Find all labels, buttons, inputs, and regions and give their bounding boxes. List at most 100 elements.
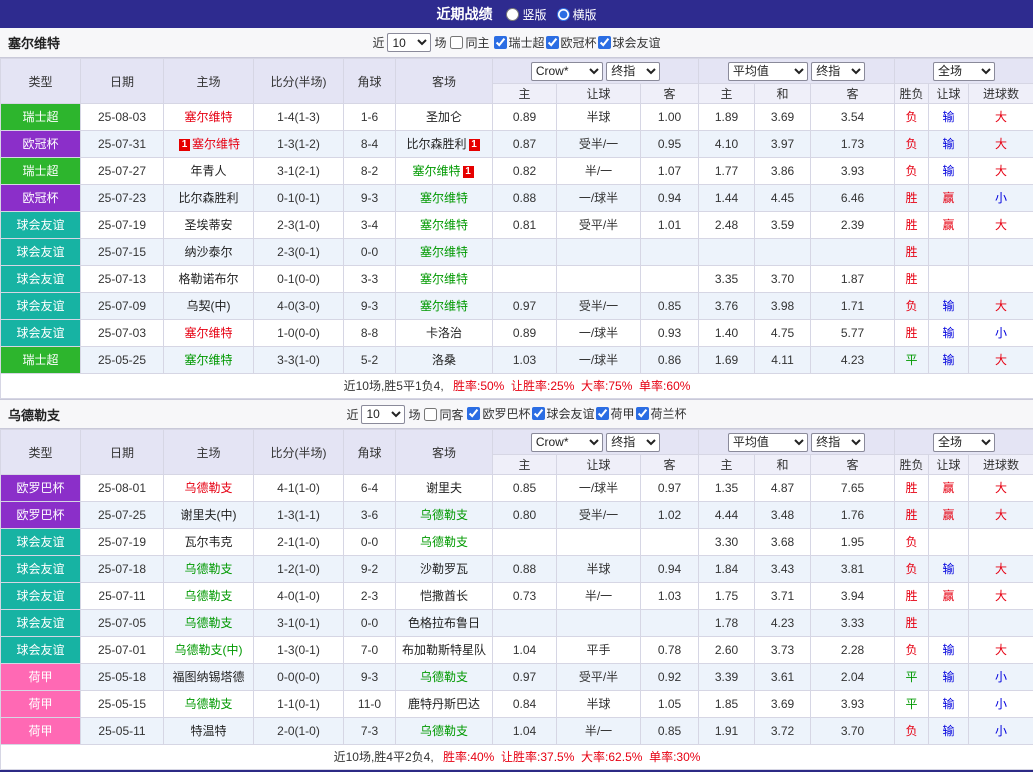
score-cell[interactable]: 2-3(0-1) <box>254 239 344 266</box>
league-filter-checkbox[interactable] <box>636 407 649 420</box>
score-cell[interactable]: 3-1(2-1) <box>254 158 344 185</box>
score-cell[interactable]: 2-1(1-0) <box>254 529 344 556</box>
team-name-link[interactable]: 塞尔维特 <box>420 191 468 205</box>
crown-index-select[interactable]: 终指 <box>606 62 660 81</box>
fulltime-select[interactable]: 全场 <box>933 62 995 81</box>
team-name-link[interactable]: 谢里夫 <box>426 481 462 495</box>
same-venue-option[interactable]: 同主 <box>450 34 489 51</box>
match-count-select[interactable]: 10 <box>387 33 431 52</box>
team-name-link[interactable]: 乌德勒支(中) <box>175 643 243 657</box>
average-odds-cell: 3.76 <box>699 293 755 320</box>
team-name-link[interactable]: 年青人 <box>190 164 226 178</box>
crown-index-select[interactable]: 终指 <box>606 433 660 452</box>
team-name-link[interactable]: 塞尔维特 <box>420 272 468 286</box>
same-venue-checkbox[interactable] <box>450 36 463 49</box>
team-name-link[interactable]: 乌德勒支 <box>184 697 232 711</box>
league-filter-option[interactable]: 欧罗巴杯 <box>467 405 530 422</box>
score-cell[interactable]: 2-0(1-0) <box>254 718 344 745</box>
team-name-link[interactable]: 塞尔维特 <box>184 353 232 367</box>
average-index-select[interactable]: 终指 <box>811 433 865 452</box>
team-name-link[interactable]: 塞尔维特 <box>420 245 468 259</box>
team-name-link[interactable]: 格勒诺布尔 <box>178 272 238 286</box>
layout-option-vertical[interactable]: 竖版 <box>506 6 546 23</box>
team-name-link[interactable]: 乌德勒支 <box>184 616 232 630</box>
same-venue-option[interactable]: 同客 <box>424 406 463 423</box>
score-cell[interactable]: 1-3(0-1) <box>254 637 344 664</box>
bookmaker-select[interactable]: Crow* <box>531 62 603 81</box>
date-cell: 25-08-01 <box>81 475 164 502</box>
away-team-cell: 恺撒酋长 <box>396 583 493 610</box>
bookmaker-select[interactable]: Crow* <box>531 433 603 452</box>
team-name-link[interactable]: 乌德勒支 <box>420 724 468 738</box>
team-name-link[interactable]: 塞尔维特 <box>420 299 468 313</box>
league-filter-option[interactable]: 球会友谊 <box>598 34 661 51</box>
score-cell[interactable]: 1-1(0-1) <box>254 691 344 718</box>
team-name-link[interactable]: 乌德勒支 <box>184 481 232 495</box>
league-filter-option[interactable]: 球会友谊 <box>532 405 595 422</box>
team-name-link[interactable]: 色格拉布鲁日 <box>408 616 480 630</box>
team-name-link[interactable]: 圣埃蒂安 <box>184 218 232 232</box>
match-count-select[interactable]: 10 <box>361 405 405 424</box>
fulltime-select[interactable]: 全场 <box>933 433 995 452</box>
score-cell[interactable]: 1-3(1-2) <box>254 131 344 158</box>
team-name-link[interactable]: 乌德勒支 <box>420 535 468 549</box>
score-cell[interactable]: 1-0(0-0) <box>254 320 344 347</box>
team-name-link[interactable]: 卡洛治 <box>426 326 462 340</box>
league-filter-option[interactable]: 荷甲 <box>596 405 635 422</box>
team-name-link[interactable]: 谢里夫(中) <box>181 508 237 522</box>
team-name-link[interactable]: 塞尔维特 <box>184 326 232 340</box>
average-select[interactable]: 平均值 <box>728 62 808 81</box>
score-cell[interactable]: 4-1(1-0) <box>254 475 344 502</box>
team-name-link[interactable]: 乌德勒支 <box>420 508 468 522</box>
league-filter-checkbox[interactable] <box>596 407 609 420</box>
score-cell[interactable]: 1-2(1-0) <box>254 556 344 583</box>
result-cell: 大 <box>969 293 1033 320</box>
league-filter-option[interactable]: 瑞士超 <box>494 34 545 51</box>
score-cell[interactable]: 4-0(3-0) <box>254 293 344 320</box>
team-name-link[interactable]: 塞尔维特 <box>192 137 240 151</box>
score-cell[interactable]: 0-0(0-0) <box>254 664 344 691</box>
team-name-link[interactable]: 瓦尔韦克 <box>184 535 232 549</box>
score-cell[interactable]: 0-1(0-0) <box>254 266 344 293</box>
score-cell[interactable]: 1-4(1-3) <box>254 104 344 131</box>
team-name-link[interactable]: 纳沙泰尔 <box>184 245 232 259</box>
red-card-badge: 1 <box>469 139 480 151</box>
team-name-link[interactable]: 乌契(中) <box>187 299 231 313</box>
result-cell: 胜 <box>895 185 929 212</box>
team-name-link[interactable]: 乌德勒支 <box>184 562 232 576</box>
team-name-link[interactable]: 布加勒斯特星队 <box>402 643 486 657</box>
score-cell[interactable]: 4-0(1-0) <box>254 583 344 610</box>
team-name-link[interactable]: 鹿特丹斯巴达 <box>408 697 480 711</box>
team-name-link[interactable]: 塞尔维特 <box>420 218 468 232</box>
league-filter-checkbox[interactable] <box>494 36 507 49</box>
average-index-select[interactable]: 终指 <box>811 62 865 81</box>
vertical-layout-radio[interactable] <box>506 8 519 21</box>
league-filter-option[interactable]: 荷兰杯 <box>636 405 687 422</box>
team-name-link[interactable]: 塞尔维特 <box>412 164 460 178</box>
league-filter-checkbox[interactable] <box>467 407 480 420</box>
team-name-link[interactable]: 比尔森胜利 <box>178 191 238 205</box>
team-name-link[interactable]: 乌德勒支 <box>184 589 232 603</box>
score-cell[interactable]: 0-1(0-1) <box>254 185 344 212</box>
team-name-link[interactable]: 洛桑 <box>432 353 456 367</box>
team-name-link[interactable]: 塞尔维特 <box>184 110 232 124</box>
score-cell[interactable]: 3-1(0-1) <box>254 610 344 637</box>
score-cell[interactable]: 2-3(1-0) <box>254 212 344 239</box>
league-filter-checkbox[interactable] <box>598 36 611 49</box>
league-filter-checkbox[interactable] <box>546 36 559 49</box>
team-name-link[interactable]: 圣加仑 <box>426 110 462 124</box>
average-select[interactable]: 平均值 <box>728 433 808 452</box>
team-name-link[interactable]: 沙勒罗瓦 <box>420 562 468 576</box>
same-venue-checkbox[interactable] <box>424 408 437 421</box>
team-name-link[interactable]: 特温特 <box>190 724 226 738</box>
league-filter-option[interactable]: 欧冠杯 <box>546 34 597 51</box>
score-cell[interactable]: 3-3(1-0) <box>254 347 344 374</box>
score-cell[interactable]: 1-3(1-1) <box>254 502 344 529</box>
team-name-link[interactable]: 比尔森胜利 <box>406 137 466 151</box>
league-filter-checkbox[interactable] <box>532 407 545 420</box>
layout-option-horizontal[interactable]: 横版 <box>557 6 597 23</box>
horizontal-layout-radio[interactable] <box>557 8 570 21</box>
team-name-link[interactable]: 福图纳锡塔德 <box>172 670 244 684</box>
team-name-link[interactable]: 恺撒酋长 <box>420 589 468 603</box>
team-name-link[interactable]: 乌德勒支 <box>420 670 468 684</box>
